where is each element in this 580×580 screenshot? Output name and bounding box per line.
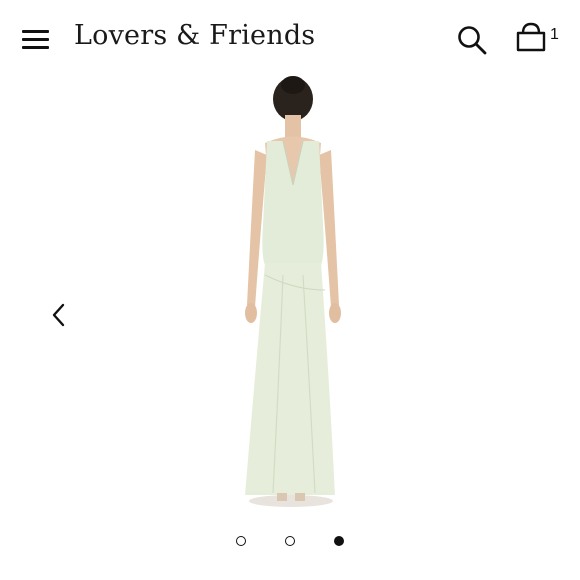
slide-dot-3-active[interactable]	[334, 536, 344, 546]
slide-dot-2[interactable]	[285, 536, 295, 546]
slide-pagination	[0, 530, 580, 554]
product-image-gallery[interactable]	[0, 0, 580, 580]
slide-dot-1[interactable]	[236, 536, 246, 546]
product-image-dress-back-view	[225, 75, 355, 515]
chevron-left-icon[interactable]	[44, 300, 74, 330]
